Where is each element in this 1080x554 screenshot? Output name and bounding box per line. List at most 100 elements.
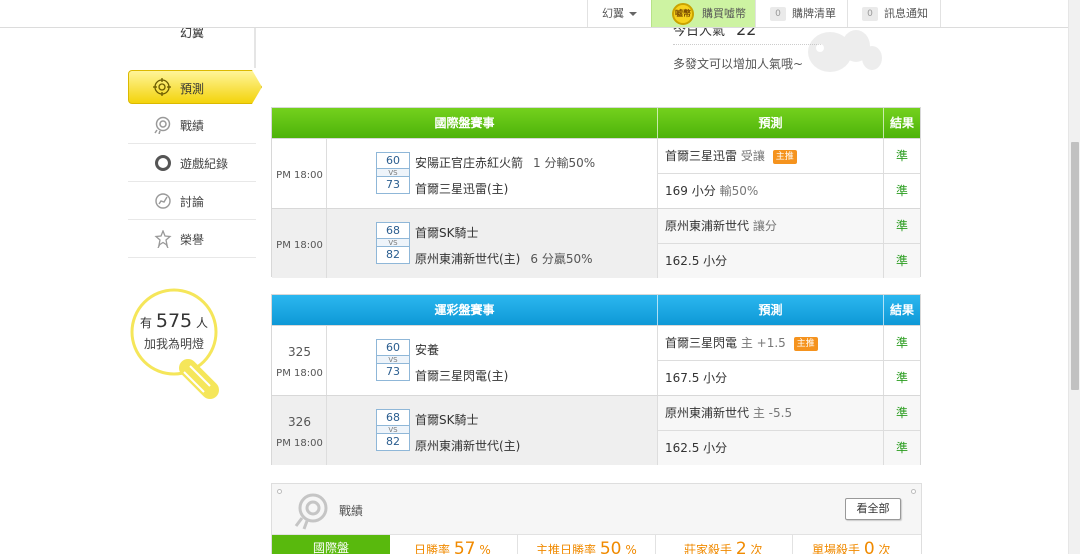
messages-link[interactable]: 0 訊息通知 (847, 0, 941, 27)
table-row: 325 PM 18:00 60 VS 73 安養 首爾三星閃電(主) 首爾三星閃… (272, 325, 920, 395)
team-home[interactable]: 原州東浦新世代(主) (415, 437, 520, 454)
prediction-cell: 162.5 小分 (658, 244, 884, 278)
scrollbar-thumb[interactable] (1071, 142, 1079, 390)
prediction-cell: 首爾三星閃電 主 +1.5 主推 (658, 326, 884, 361)
stat-value: 57 (453, 539, 476, 554)
discussion-icon (155, 193, 171, 209)
match-time-cell: PM 18:00 (272, 209, 327, 278)
prediction-pick: 169 小分 (665, 184, 716, 198)
popularity-hint: 多發文可以增加人氣哦~ (673, 57, 804, 71)
stat-value: 50 (599, 539, 622, 554)
bulb-count: 575 (155, 310, 193, 332)
sidebar-item-game-log[interactable]: 遊戲紀錄 (128, 144, 256, 182)
sidebar-item-label: 討論 (180, 195, 205, 209)
team-name: 安陽正官庄赤紅火箭 (415, 156, 524, 170)
bulb-prefix: 有 (140, 316, 153, 330)
team-away[interactable]: 首爾SK騎士 (415, 224, 489, 241)
stat-divider (517, 535, 518, 554)
prediction-detail: 主 +1.5 (740, 336, 786, 350)
result-column-header: 結果 (889, 303, 914, 317)
team-name: 首爾SK騎士 (415, 413, 479, 427)
ring-icon (155, 155, 171, 171)
result-cell: 準 (884, 396, 920, 431)
page-scrollbar[interactable] (1068, 0, 1080, 554)
team-home[interactable]: 首爾三星迅雷(主) (415, 180, 518, 197)
vs-label: VS (377, 425, 409, 434)
stat-unit: % (479, 543, 491, 554)
tab-international[interactable]: 國際盤 (272, 535, 390, 554)
lottery-prediction-table: 運彩盤賽事 預測 結果 325 PM 18:00 60 VS 73 安養 首爾三… (271, 294, 921, 465)
sidebar-item-label: 遊戲紀錄 (180, 157, 229, 171)
lottery-table-header: 運彩盤賽事 預測 結果 (272, 295, 920, 325)
score-away: 68 (386, 411, 400, 424)
team-away[interactable]: 安養 (415, 341, 439, 358)
prediction-pick: 162.5 小分 (665, 441, 728, 455)
record-icon (294, 493, 328, 530)
match-time: PM 18:00 (276, 240, 323, 251)
sidebar-item-predict[interactable]: 預測 (128, 70, 262, 104)
score-away: 60 (386, 154, 400, 167)
score-box: 68 VS 82 (376, 222, 410, 264)
score-box: 68 VS 82 (376, 409, 410, 451)
team-home[interactable]: 首爾三星閃電(主) (415, 367, 508, 384)
sidebar-item-label: 戰績 (180, 119, 205, 133)
buy-coins-button[interactable]: 噓幣 購買噓幣 (651, 0, 755, 27)
top-bar: 幻翼 噓幣 購買噓幣 0 購牌清單 0 訊息通知 (0, 0, 1068, 28)
team-odds: 6 分贏50% (530, 252, 593, 266)
score-box: 60 VS 73 (376, 339, 410, 381)
prediction-cell: 162.5 小分 (658, 431, 884, 465)
match-time: PM 18:00 (276, 438, 323, 449)
result-column-header: 結果 (889, 116, 914, 130)
team-away[interactable]: 首爾SK騎士 (415, 411, 479, 428)
sidebar-item-label: 榮譽 (180, 233, 205, 247)
score-box: 60 VS 73 (376, 152, 410, 194)
stat-label: 日勝率 (414, 543, 451, 554)
match-cell: 60 VS 73 安養 首爾三星閃電(主) (327, 326, 658, 395)
stat-unit: % (625, 543, 637, 554)
score-away: 60 (386, 341, 400, 354)
result-cell: 準 (884, 326, 920, 361)
prediction-pick: 首爾三星閃電 (665, 336, 738, 350)
bulb-line1: 有 575 人 (128, 310, 220, 332)
sidebar-divider (254, 28, 256, 68)
messages-label: 訊息通知 (884, 7, 928, 20)
view-all-button[interactable]: 看全部 (845, 498, 901, 520)
single-game-killer-count: 單場殺手 0 次 (812, 539, 891, 554)
table-row: PM 18:00 68 VS 82 首爾SK騎士 原州東浦新世代(主) 6 分贏5… (272, 208, 920, 278)
mascot-watermark-icon (808, 30, 882, 72)
follower-bulb: 有 575 人 加我為明燈 (128, 288, 224, 402)
intl-table-header: 國際盤賽事 預測 結果 (272, 108, 920, 138)
user-menu-label: 幻翼 (602, 7, 624, 20)
sidebar-item-label: 預測 (180, 82, 205, 96)
team-name: 首爾SK騎士 (415, 226, 479, 240)
sidebar-item-discussion[interactable]: 討論 (128, 182, 256, 220)
match-time: PM 18:00 (276, 368, 323, 379)
prediction-cell: 原州東浦新世代 主 -5.5 (658, 396, 884, 431)
prediction-pick: 162.5 小分 (665, 254, 728, 268)
cart-link[interactable]: 0 購牌清單 (755, 0, 847, 27)
vs-label: VS (377, 238, 409, 247)
stat-divider (792, 535, 793, 554)
team-name: 首爾三星迅雷(主) (415, 182, 509, 196)
sidebar-item-honor[interactable]: 榮譽 (128, 220, 256, 258)
prediction-detail: 輸50% (719, 184, 759, 198)
prediction-cell: 原州東浦新世代 讓分 (658, 209, 884, 244)
score-home: 82 (386, 435, 400, 448)
stat-label: 主推日勝率 (536, 543, 597, 554)
team-away[interactable]: 安陽正官庄赤紅火箭 1 分輸50% (415, 154, 595, 171)
user-menu[interactable]: 幻翼 (587, 0, 651, 27)
medal-icon (154, 230, 172, 248)
sidebar-item-record[interactable]: 戰績 (128, 106, 256, 144)
cart-label: 購牌清單 (792, 7, 836, 20)
message-count-badge: 0 (862, 7, 878, 21)
stat-divider (655, 535, 656, 554)
record-icon (154, 116, 171, 134)
prediction-cell: 167.5 小分 (658, 361, 884, 395)
prediction-column-header: 預測 (658, 295, 884, 325)
team-home[interactable]: 原州東浦新世代(主) 6 分贏50% (415, 250, 593, 267)
table-row: 326 PM 18:00 68 VS 82 首爾SK騎士 原州東浦新世代(主) … (272, 395, 920, 465)
stat-label: 莊家殺手 (684, 543, 733, 554)
match-cell: 68 VS 82 首爾SK騎士 原州東浦新世代(主) 6 分贏50% (327, 209, 658, 278)
team-name: 原州東浦新世代(主) (415, 439, 521, 453)
score-home: 73 (386, 365, 400, 378)
